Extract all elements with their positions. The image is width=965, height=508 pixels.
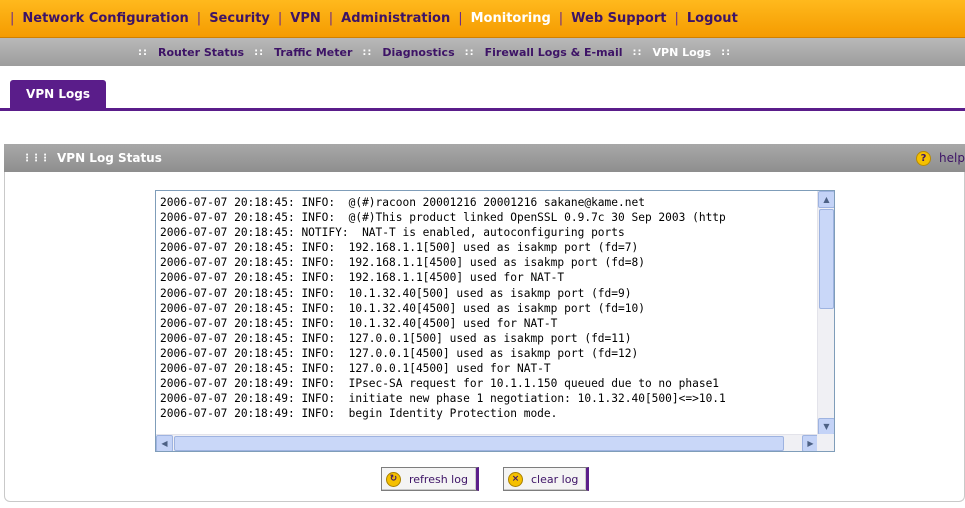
help-label: help (939, 151, 965, 165)
menu-separator: | (328, 11, 334, 26)
sub-menu: :: Router Status :: Traffic Meter :: Dia… (0, 38, 965, 66)
submenu-separator: :: (632, 46, 643, 58)
log-line: 2006-07-07 20:18:49: INFO: initiate new … (160, 392, 726, 406)
menu-web-support[interactable]: Web Support (571, 11, 666, 26)
log-line: 2006-07-07 20:18:45: INFO: 192.168.1.1[4… (160, 256, 645, 270)
submenu-separator: :: (254, 46, 265, 58)
log-line: 2006-07-07 20:18:49: INFO: begin Identit… (160, 407, 558, 421)
submenu-traffic-meter[interactable]: Traffic Meter (274, 46, 352, 59)
submenu-router-status[interactable]: Router Status (158, 46, 244, 59)
menu-separator: | (558, 11, 564, 26)
scroll-down-icon[interactable]: ▼ (818, 418, 834, 435)
horizontal-scroll-thumb[interactable] (174, 436, 784, 451)
menu-administration[interactable]: Administration (341, 11, 450, 26)
clear-log-button[interactable]: × clear log (503, 467, 590, 491)
tab-row: VPN Logs (0, 66, 965, 111)
menu-security[interactable]: Security (209, 11, 270, 26)
refresh-log-label: refresh log (409, 472, 468, 486)
vpn-log-textarea[interactable]: 2006-07-07 20:18:45: INFO: @(#)racoon 20… (155, 190, 835, 452)
scroll-left-icon[interactable]: ◀ (156, 435, 173, 451)
section-title: VPN Log Status (57, 151, 162, 165)
section-header: ⋮⋮⋮ VPN Log Status ? help (4, 144, 965, 172)
log-line: 2006-07-07 20:18:45: INFO: 127.0.0.1[500… (160, 331, 632, 345)
menu-separator: | (674, 11, 679, 26)
log-line: 2006-07-07 20:18:45: INFO: @(#)racoon 20… (160, 196, 645, 209)
main-menu: | Network Configuration | Security | VPN… (0, 0, 965, 38)
submenu-vpn-logs[interactable]: VPN Logs (653, 46, 712, 59)
log-line: 2006-07-07 20:18:45: INFO: @(#)This prod… (160, 211, 726, 225)
log-line: 2006-07-07 20:18:45: INFO: 10.1.32.40[45… (160, 316, 558, 330)
log-line: 2006-07-07 20:18:45: NOTIFY: NAT-T is en… (160, 226, 625, 240)
clear-log-label: clear log (531, 472, 579, 486)
menu-separator: | (196, 11, 202, 26)
submenu-separator: :: (138, 46, 148, 58)
submenu-diagnostics[interactable]: Diagnostics (382, 46, 454, 59)
tab-underline (0, 108, 965, 111)
horizontal-scrollbar[interactable]: ◀ ▶ (156, 434, 834, 451)
log-line: 2006-07-07 20:18:45: INFO: 192.168.1.1[5… (160, 241, 639, 255)
vertical-scroll-thumb[interactable] (819, 209, 834, 309)
menu-logout[interactable]: Logout (687, 11, 738, 26)
submenu-separator: :: (362, 46, 373, 58)
menu-vpn[interactable]: VPN (290, 11, 320, 26)
submenu-separator: :: (721, 46, 732, 58)
log-line: 2006-07-07 20:18:49: INFO: IPsec-SA requ… (160, 377, 720, 391)
menu-network-configuration[interactable]: Network Configuration (22, 11, 188, 26)
log-line: 2006-07-07 20:18:45: INFO: 10.1.32.40[45… (160, 301, 645, 315)
submenu-separator: :: (464, 46, 475, 58)
help-icon: ? (916, 150, 932, 166)
refresh-icon: ↻ (386, 471, 401, 487)
log-line: 2006-07-07 20:18:45: INFO: 10.1.32.40[50… (160, 286, 632, 300)
clear-icon: × (508, 471, 523, 487)
tab-vpn-logs[interactable]: VPN Logs (10, 80, 106, 108)
log-lines: 2006-07-07 20:18:45: INFO: @(#)racoon 20… (160, 195, 815, 431)
vertical-scrollbar[interactable]: ▲ ▼ (817, 191, 834, 435)
menu-monitoring[interactable]: Monitoring (471, 11, 551, 26)
grid-icon: ⋮⋮⋮ (22, 152, 50, 164)
menu-separator: | (10, 11, 15, 26)
refresh-log-button[interactable]: ↻ refresh log (381, 467, 479, 491)
submenu-firewall-logs[interactable]: Firewall Logs & E-mail (485, 46, 623, 59)
menu-separator: | (458, 11, 463, 26)
scroll-up-icon[interactable]: ▲ (818, 191, 834, 208)
menu-separator: | (277, 11, 283, 26)
log-line: 2006-07-07 20:18:45: INFO: 192.168.1.1[4… (160, 271, 565, 285)
log-line: 2006-07-07 20:18:45: INFO: 127.0.0.1[450… (160, 346, 639, 360)
help-link[interactable]: ? help (916, 144, 965, 172)
log-line: 2006-07-07 20:18:45: INFO: 127.0.0.1[450… (160, 362, 551, 376)
scroll-corner (817, 434, 834, 451)
